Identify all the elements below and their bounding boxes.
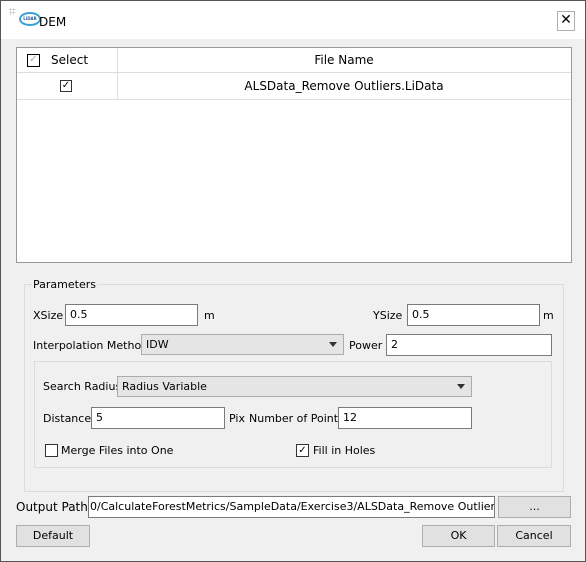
file-table: ✓ Select File Name ✓ ALSData_Remove Outl… (16, 47, 572, 263)
distance-label: Distance (43, 412, 92, 425)
close-button[interactable]: ✕ (557, 11, 575, 31)
ysize-label: YSize (373, 309, 403, 322)
browse-button[interactable]: ... (498, 496, 571, 518)
merge-checkbox[interactable] (45, 444, 58, 457)
search-radius-select[interactable]: Radius Variable (117, 376, 472, 397)
row-file-name: ALSData_Remove Outliers.LiData (244, 79, 444, 93)
chevron-down-icon (329, 342, 337, 347)
output-path-label: Output Path: (16, 500, 92, 514)
default-button[interactable]: Default (16, 525, 90, 547)
search-radius-label: Search Radius (43, 380, 122, 393)
ysize-input[interactable]: 0.5 (407, 304, 540, 326)
header-select: Select (51, 53, 89, 67)
merge-label: Merge Files into One (61, 444, 174, 457)
power-label: Power (349, 339, 383, 352)
fill-holes-checkbox[interactable]: ✓ (296, 444, 309, 457)
row-checkbox[interactable]: ✓ (60, 80, 72, 92)
interpolation-label: Interpolation Method (33, 339, 149, 352)
output-path-input[interactable]: 0/CalculateForestMetrics/SampleData/Exer… (88, 496, 495, 518)
close-icon: ✕ (560, 12, 572, 28)
app-logo: LiDAR (19, 12, 41, 26)
distance-input[interactable]: 5 (91, 407, 225, 429)
interpolation-select[interactable]: IDW (141, 334, 344, 355)
header-file-name: File Name (314, 53, 374, 67)
dem-dialog: LiDAR DEM ✕ ✓ Select File Name ✓ ALSData… (0, 0, 586, 562)
parameters-label: Parameters (32, 278, 97, 292)
xsize-input[interactable]: 0.5 (65, 304, 198, 326)
num-points-input[interactable]: 12 (338, 407, 472, 429)
table-header: ✓ Select File Name (17, 48, 571, 100)
cancel-button[interactable]: Cancel (497, 525, 571, 547)
num-points-label: Number of Points (249, 412, 344, 425)
title-bar: LiDAR DEM ✕ (1, 1, 585, 39)
fill-holes-label: Fill in Holes (313, 444, 376, 457)
table-row[interactable]: ✓ ALSData_Remove Outliers.LiData (17, 73, 571, 100)
distance-unit: Pix (229, 412, 245, 425)
ok-button[interactable]: OK (422, 525, 495, 547)
interpolation-value: IDW (146, 338, 169, 351)
power-input[interactable]: 2 (386, 334, 552, 356)
chevron-down-icon (457, 384, 465, 389)
ysize-unit: m (543, 309, 554, 322)
xsize-unit: m (204, 309, 215, 322)
xsize-label: XSize (33, 309, 64, 322)
grip-icon (9, 8, 16, 15)
select-all-checkbox[interactable]: ✓ (27, 54, 40, 67)
window-title: DEM (39, 15, 67, 29)
search-radius-value: Radius Variable (122, 380, 207, 393)
